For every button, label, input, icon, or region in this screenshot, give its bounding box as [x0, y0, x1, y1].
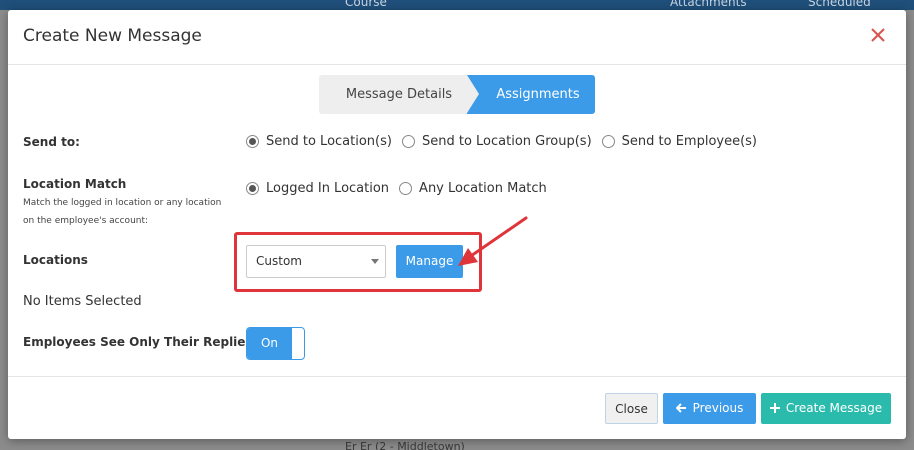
- no-items-selected-text: No Items Selected: [23, 294, 142, 309]
- replies-label: Employees See Only Their Replies:: [23, 335, 258, 349]
- radio-label: Any Location Match: [419, 181, 547, 196]
- step-message-details[interactable]: Message Details: [319, 75, 479, 114]
- create-message-button[interactable]: Create Message: [761, 393, 891, 424]
- radio-label: Send to Location(s): [266, 134, 392, 149]
- send-to-label: Send to:: [23, 135, 80, 149]
- radio-any-location-match[interactable]: Any Location Match: [399, 181, 547, 196]
- locations-label: Locations: [23, 253, 88, 267]
- bg-col-course: Course: [345, 0, 387, 9]
- radio-unchecked-icon: [399, 182, 413, 195]
- location-match-radio-group: Logged In Location Any Location Match: [246, 181, 557, 196]
- radio-unchecked-icon: [401, 135, 415, 148]
- create-message-modal: Create New Message Message Details Assig…: [8, 10, 906, 439]
- locations-select-value: Custom: [256, 254, 302, 268]
- modal-header: Create New Message: [8, 10, 906, 65]
- send-to-radio-group: Send to Location(s) Send to Location Gro…: [246, 134, 767, 149]
- location-match-help: Match the logged in location or any loca…: [23, 198, 222, 226]
- wizard-steps: Message Details Assignments: [319, 75, 595, 114]
- radio-label: Send to Employee(s): [621, 134, 757, 149]
- bg-col-scheduled: Scheduled: [808, 0, 871, 9]
- step-assignments[interactable]: Assignments: [467, 75, 595, 114]
- background-right-edge: [906, 10, 914, 450]
- radio-unchecked-icon: [601, 135, 615, 148]
- background-left-edge: [0, 10, 8, 450]
- background-row-text: Er Er (2 - Middletown): [345, 440, 465, 450]
- locations-select[interactable]: Custom: [246, 245, 386, 278]
- plus-icon: [769, 393, 780, 424]
- modal-title: Create New Message: [23, 26, 202, 46]
- previous-button-label: Previous: [692, 401, 744, 415]
- radio-label: Send to Location Group(s): [421, 134, 592, 149]
- radio-send-to-locations[interactable]: Send to Location(s): [246, 134, 392, 149]
- radio-label: Logged In Location: [266, 181, 390, 196]
- create-message-label: Create Message: [785, 401, 883, 415]
- background-table-header: Course Attachments Scheduled: [0, 0, 914, 10]
- toggle-on-label: On: [247, 328, 292, 359]
- radio-send-to-location-groups[interactable]: Send to Location Group(s): [401, 134, 592, 149]
- arrow-left-icon: [675, 393, 687, 424]
- radio-checked-icon: [246, 182, 259, 195]
- radio-logged-in-location[interactable]: Logged In Location: [246, 181, 389, 196]
- bg-col-attachments: Attachments: [670, 0, 747, 9]
- radio-send-to-employees[interactable]: Send to Employee(s): [601, 134, 757, 149]
- replies-toggle[interactable]: On: [246, 327, 305, 360]
- chevron-down-icon: [371, 259, 379, 264]
- modal-footer: Close Previous Create Message: [8, 376, 906, 439]
- radio-checked-icon: [246, 135, 259, 148]
- location-match-label: Location Match: [23, 177, 127, 191]
- close-icon[interactable]: [870, 24, 888, 46]
- annotation-arrow-icon: [458, 216, 528, 266]
- previous-button[interactable]: Previous: [663, 393, 756, 424]
- close-button[interactable]: Close: [605, 393, 658, 424]
